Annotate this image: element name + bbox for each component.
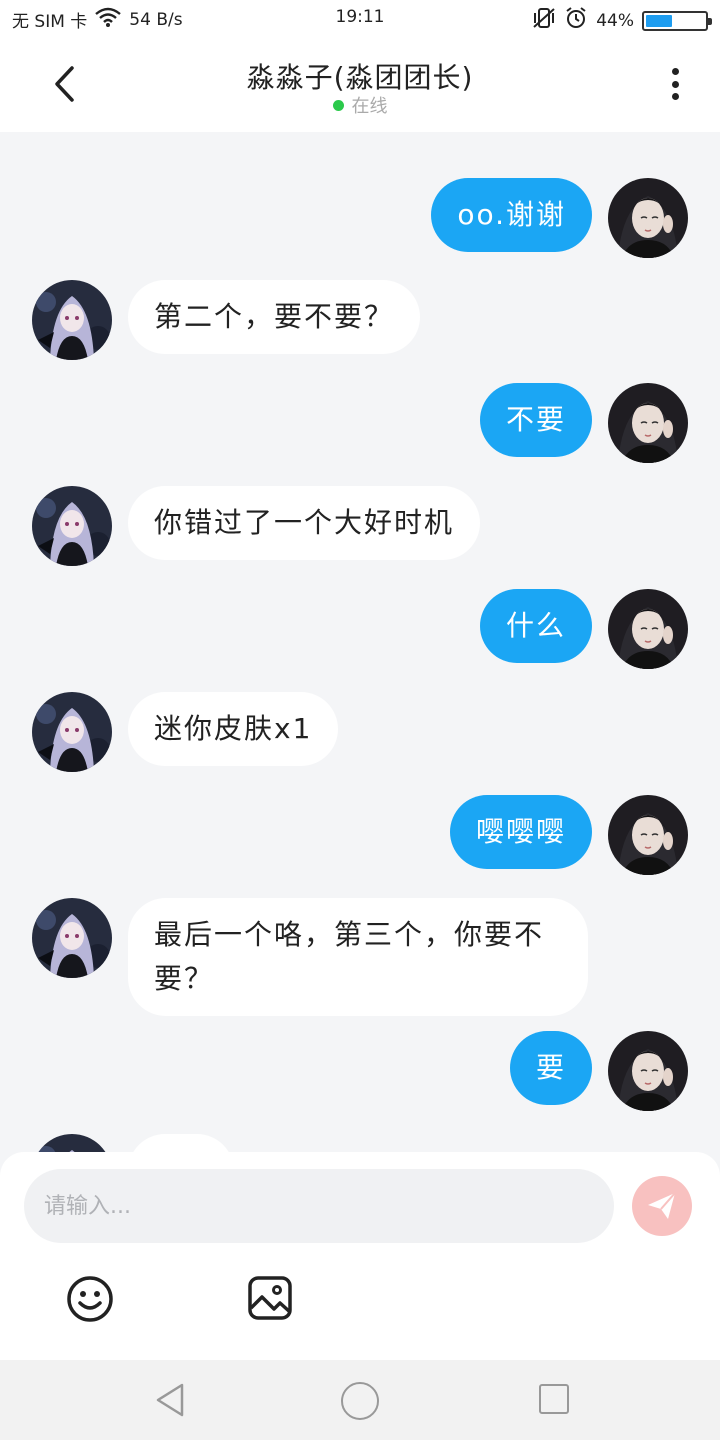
image-button[interactable] bbox=[247, 1275, 293, 1321]
battery-icon bbox=[642, 10, 712, 31]
battery-percent: 44% bbox=[596, 10, 634, 31]
message-bubble[interactable]: 什么 bbox=[479, 589, 592, 663]
contact-avatar[interactable] bbox=[32, 486, 112, 566]
contact-avatar[interactable] bbox=[32, 280, 112, 360]
online-dot-icon bbox=[332, 99, 344, 111]
more-dot bbox=[671, 80, 679, 88]
user-avatar[interactable] bbox=[608, 795, 688, 875]
incoming-message: 你错过了一个大好时机 bbox=[0, 486, 720, 566]
system-nav-bar bbox=[0, 1360, 720, 1440]
online-status: 在线 bbox=[0, 92, 720, 118]
more-dot bbox=[671, 68, 679, 75]
message-bubble[interactable]: 最后一个咯，第三个，你要不要？ bbox=[128, 898, 588, 1016]
message-bubble[interactable]: 第二个，要不要？ bbox=[128, 280, 421, 354]
user-avatar[interactable] bbox=[608, 589, 688, 669]
user-avatar[interactable] bbox=[608, 383, 688, 463]
message-bubble[interactable]: 不要 bbox=[479, 383, 592, 457]
outgoing-message: 要 bbox=[0, 1031, 720, 1111]
send-button[interactable] bbox=[632, 1176, 692, 1236]
message-bubble[interactable]: 嘤嘤嘤 bbox=[449, 795, 592, 869]
incoming-message: 迷你皮肤x1 bbox=[0, 692, 720, 772]
more-dot bbox=[671, 93, 679, 100]
contact-avatar[interactable] bbox=[32, 898, 112, 978]
incoming-message: 最后一个咯，第三个，你要不要？ bbox=[0, 898, 720, 1016]
status-right: 44% bbox=[532, 6, 712, 35]
message-bubble[interactable]: 要 bbox=[509, 1031, 592, 1105]
outgoing-message: 不要 bbox=[0, 383, 720, 463]
nav-back-icon[interactable] bbox=[152, 1382, 188, 1418]
nav-recents-button[interactable] bbox=[539, 1384, 569, 1414]
message-input[interactable] bbox=[24, 1169, 614, 1243]
battery-level bbox=[646, 14, 672, 27]
emoji-button[interactable] bbox=[66, 1275, 114, 1323]
message-bubble[interactable]: 迷你皮肤x1 bbox=[128, 692, 339, 766]
message-bubble[interactable]: 你错过了一个大好时机 bbox=[128, 486, 481, 560]
user-avatar[interactable] bbox=[608, 178, 688, 258]
page-title: 淼淼子(淼团团长) bbox=[246, 61, 474, 94]
chat-header: 淼淼子(淼团团长) 在线 bbox=[0, 36, 720, 132]
vibrate-icon bbox=[532, 7, 556, 34]
outgoing-message: oo.谢谢 bbox=[0, 178, 720, 258]
outgoing-message: 嘤嘤嘤 bbox=[0, 795, 720, 875]
composer-panel bbox=[0, 1152, 720, 1360]
status-bar: 无 SIM 卡 54 B/s 19:11 44% bbox=[0, 0, 720, 36]
nav-home-button[interactable] bbox=[341, 1382, 379, 1420]
online-status-label: 在线 bbox=[351, 96, 388, 117]
contact-avatar[interactable] bbox=[32, 692, 112, 772]
smiley-icon bbox=[67, 1276, 113, 1322]
message-bubble[interactable]: oo.谢谢 bbox=[431, 178, 592, 252]
alarm-icon bbox=[564, 6, 588, 35]
more-options-button[interactable] bbox=[660, 64, 690, 104]
message-bubble[interactable] bbox=[128, 1134, 234, 1152]
outgoing-message: 什么 bbox=[0, 589, 720, 669]
incoming-message-partial bbox=[0, 1134, 720, 1152]
incoming-message: 第二个，要不要？ bbox=[0, 280, 720, 360]
image-icon bbox=[248, 1276, 292, 1320]
message-list[interactable]: oo.谢谢 第二个，要不要？ 不要你错过了一个大好时机什么迷你皮肤x1 嘤嘤嘤最后一个… bbox=[0, 132, 720, 1152]
contact-avatar[interactable] bbox=[32, 1134, 112, 1152]
user-avatar[interactable] bbox=[608, 1031, 688, 1111]
paper-plane-icon bbox=[648, 1192, 676, 1219]
